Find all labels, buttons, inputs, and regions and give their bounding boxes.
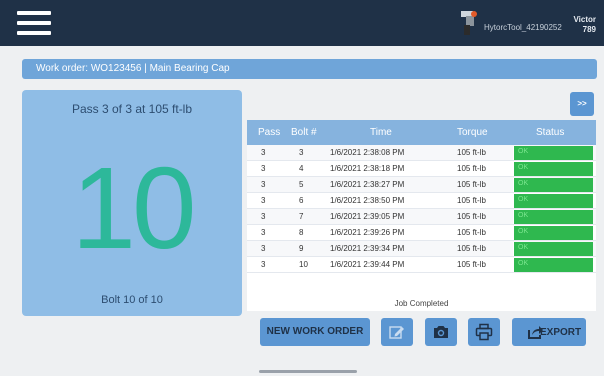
edit-icon — [389, 326, 404, 339]
status-ok-cell: OK — [513, 162, 593, 176]
cell-torque: 105 ft-lb — [457, 228, 486, 237]
cell-torque: 105 ft-lb — [457, 260, 486, 269]
cell-pass: 3 — [261, 260, 266, 269]
bolt-progress-text: Bolt 10 of 10 — [101, 294, 163, 306]
work-order-banner: Work order: WO123456 | Main Bearing Cap — [22, 59, 597, 79]
status-label: OK — [518, 148, 529, 155]
cell-bolt: 10 — [299, 260, 308, 269]
status-label: OK — [518, 164, 529, 171]
status-label: OK — [518, 180, 529, 187]
cell-time: 1/6/2021 2:39:44 PM — [330, 260, 405, 269]
user-info: Victor 789 — [573, 15, 596, 35]
status-label: OK — [518, 244, 529, 251]
status-label: OK — [518, 228, 529, 235]
column-header-torque[interactable]: Torque — [457, 127, 488, 138]
table-row[interactable]: 3 4 1/6/2021 2:38:18 PM 105 ft-lb OK — [247, 161, 596, 177]
column-header-bolt[interactable]: Bolt # — [291, 127, 317, 138]
status-ok-cell: OK — [513, 210, 593, 224]
cell-time: 1/6/2021 2:39:26 PM — [330, 228, 405, 237]
column-header-time[interactable]: Time — [370, 127, 392, 138]
camera-icon — [434, 326, 448, 338]
export-label: EXPORT — [540, 327, 582, 338]
cell-bolt: 8 — [299, 228, 304, 237]
status-label: OK — [518, 212, 529, 219]
cell-pass: 3 — [261, 196, 266, 205]
table-row[interactable]: 3 7 1/6/2021 2:39:05 PM 105 ft-lb OK — [247, 209, 596, 225]
status-label: OK — [518, 196, 529, 203]
cell-pass: 3 — [261, 148, 266, 157]
print-button[interactable] — [468, 318, 500, 346]
cell-bolt: 5 — [299, 180, 304, 189]
cell-pass: 3 — [261, 244, 266, 253]
table-row[interactable]: 3 6 1/6/2021 2:38:50 PM 105 ft-lb OK — [247, 193, 596, 209]
cell-bolt: 3 — [299, 148, 304, 157]
user-id: 789 — [582, 25, 596, 34]
edit-notes-button[interactable] — [381, 318, 413, 346]
cell-pass: 3 — [261, 164, 266, 173]
column-header-pass[interactable]: Pass — [258, 127, 280, 138]
current-bolt-number: 10 — [71, 143, 196, 273]
job-status-text: Job Completed — [394, 299, 449, 308]
status-label: OK — [518, 260, 529, 267]
status-ok-cell: OK — [513, 194, 593, 208]
cell-torque: 105 ft-lb — [457, 180, 486, 189]
results-table: Pass Bolt # Time Torque Status 3 3 1/6/202… — [247, 120, 596, 311]
table-body: 3 3 1/6/2021 2:38:08 PM 105 ft-lb OK 3 4 1/6/20… — [247, 145, 596, 273]
status-ok-cell: OK — [513, 146, 593, 160]
cell-bolt: 7 — [299, 212, 304, 221]
cell-pass: 3 — [261, 180, 266, 189]
table-row[interactable]: 3 8 1/6/2021 2:39:26 PM 105 ft-lb OK — [247, 225, 596, 241]
torque-tool-icon — [461, 11, 477, 35]
table-row[interactable]: 3 3 1/6/2021 2:38:08 PM 105 ft-lb OK — [247, 145, 596, 161]
top-bar: HytorcTool_42190252 Victor 789 — [0, 0, 604, 46]
column-header-status[interactable]: Status — [536, 127, 564, 138]
status-ok-cell: OK — [513, 258, 593, 272]
cell-torque: 105 ft-lb — [457, 196, 486, 205]
home-indicator[interactable] — [259, 370, 357, 373]
status-ok-cell: OK — [513, 178, 593, 192]
status-ok-cell: OK — [513, 242, 593, 256]
table-row[interactable]: 3 9 1/6/2021 2:39:34 PM 105 ft-lb OK — [247, 241, 596, 257]
cell-time: 1/6/2021 2:38:08 PM — [330, 148, 405, 157]
cell-torque: 105 ft-lb — [457, 244, 486, 253]
pass-status-text: Pass 3 of 3 at 105 ft-lb — [71, 102, 193, 116]
expand-button[interactable]: >> — [570, 92, 594, 116]
cell-pass: 3 — [261, 228, 266, 237]
cell-time: 1/6/2021 2:38:50 PM — [330, 196, 405, 205]
cell-time: 1/6/2021 2:38:18 PM — [330, 164, 405, 173]
bolt-counter-panel: Pass 3 of 3 at 105 ft-lb 10 Bolt 10 of 1… — [22, 90, 242, 316]
tool-name: HytorcTool_42190252 — [484, 23, 562, 32]
cell-torque: 105 ft-lb — [457, 212, 486, 221]
cell-bolt: 6 — [299, 196, 304, 205]
cell-pass: 3 — [261, 212, 266, 221]
new-work-order-button[interactable]: NEW WORK ORDER — [260, 318, 370, 346]
cell-time: 1/6/2021 2:38:27 PM — [330, 180, 405, 189]
hamburger-menu-icon[interactable] — [17, 11, 51, 35]
camera-button[interactable] — [425, 318, 457, 346]
status-ok-cell: OK — [513, 226, 593, 240]
user-name: Victor — [573, 15, 596, 24]
printer-icon — [475, 323, 493, 341]
table-row[interactable]: 3 10 1/6/2021 2:39:44 PM 105 ft-lb OK — [247, 257, 596, 273]
cell-torque: 105 ft-lb — [457, 148, 486, 157]
cell-time: 1/6/2021 2:39:05 PM — [330, 212, 405, 221]
cell-torque: 105 ft-lb — [457, 164, 486, 173]
table-header: Pass Bolt # Time Torque Status — [247, 120, 596, 145]
export-button[interactable]: EXPORT — [512, 318, 586, 346]
cell-time: 1/6/2021 2:39:34 PM — [330, 244, 405, 253]
table-row[interactable]: 3 5 1/6/2021 2:38:27 PM 105 ft-lb OK — [247, 177, 596, 193]
cell-bolt: 9 — [299, 244, 304, 253]
cell-bolt: 4 — [299, 164, 304, 173]
